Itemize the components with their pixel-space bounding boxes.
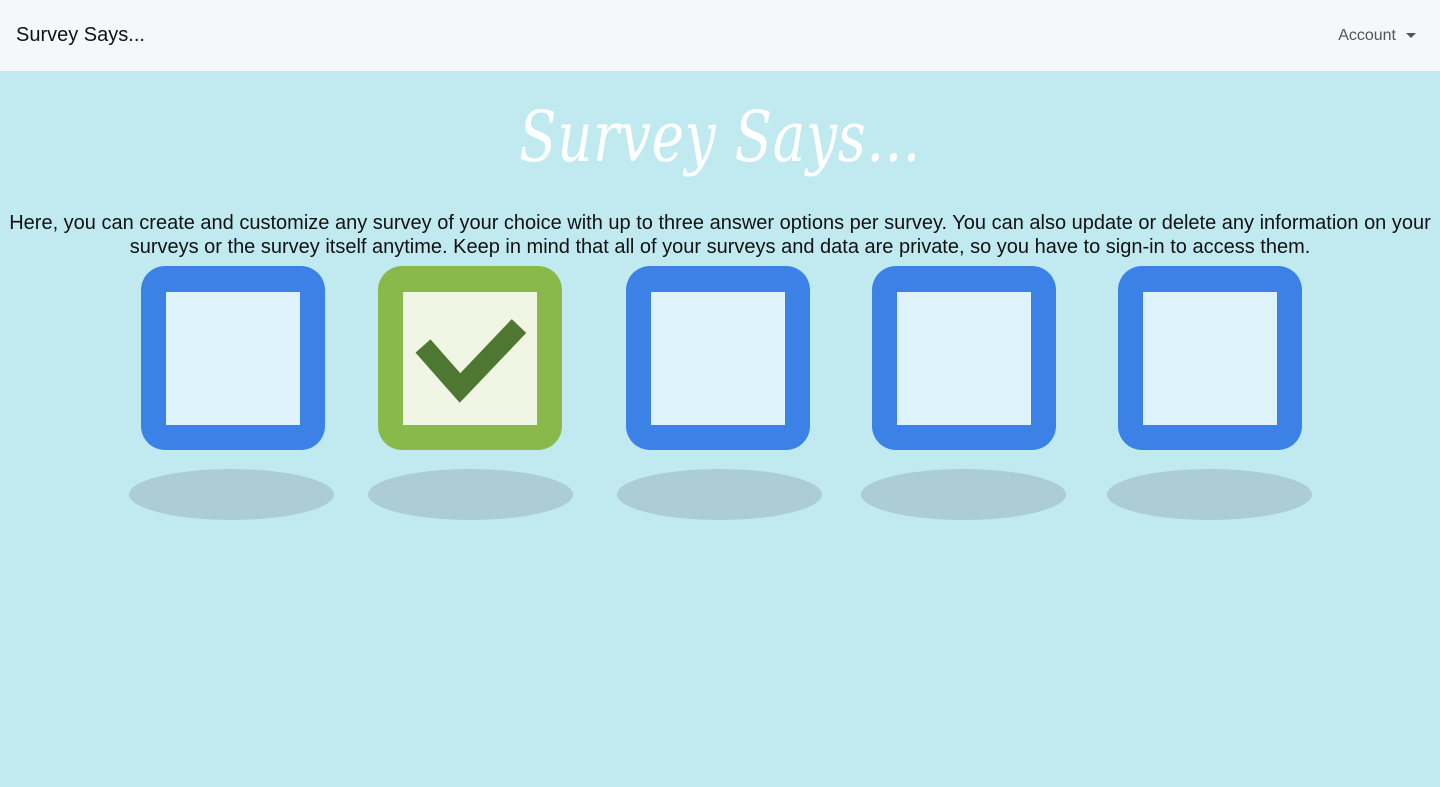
hero-title: Survey Says... — [519, 96, 921, 178]
account-label: Account — [1338, 26, 1396, 44]
checkbox-shadow — [617, 469, 822, 520]
empty-checkbox-icon — [872, 266, 1056, 450]
checkbox-shadow — [1107, 469, 1312, 520]
caret-down-icon — [1406, 33, 1416, 38]
checkbox-shadow — [861, 469, 1066, 520]
account-dropdown[interactable]: Account — [1338, 27, 1416, 45]
checked-checkbox-icon — [378, 266, 562, 450]
brand-link[interactable]: Survey Says... — [16, 24, 145, 47]
checkbox-item — [129, 266, 334, 526]
checkbox-shadow — [129, 469, 334, 520]
checkbox-item — [1106, 266, 1312, 526]
checkmark-icon — [415, 319, 527, 403]
empty-checkbox-icon — [626, 266, 810, 450]
checkbox-item — [860, 266, 1066, 526]
empty-checkbox-icon — [141, 266, 325, 450]
checkbox-shadow — [368, 469, 573, 520]
checkbox-item — [366, 266, 573, 526]
navbar: Survey Says... Account — [0, 0, 1440, 71]
checkbox-item — [614, 266, 822, 526]
intro-description: Here, you can create and customize any s… — [9, 212, 1431, 258]
empty-checkbox-icon — [1118, 266, 1302, 450]
checkbox-illustration — [0, 266, 1440, 526]
